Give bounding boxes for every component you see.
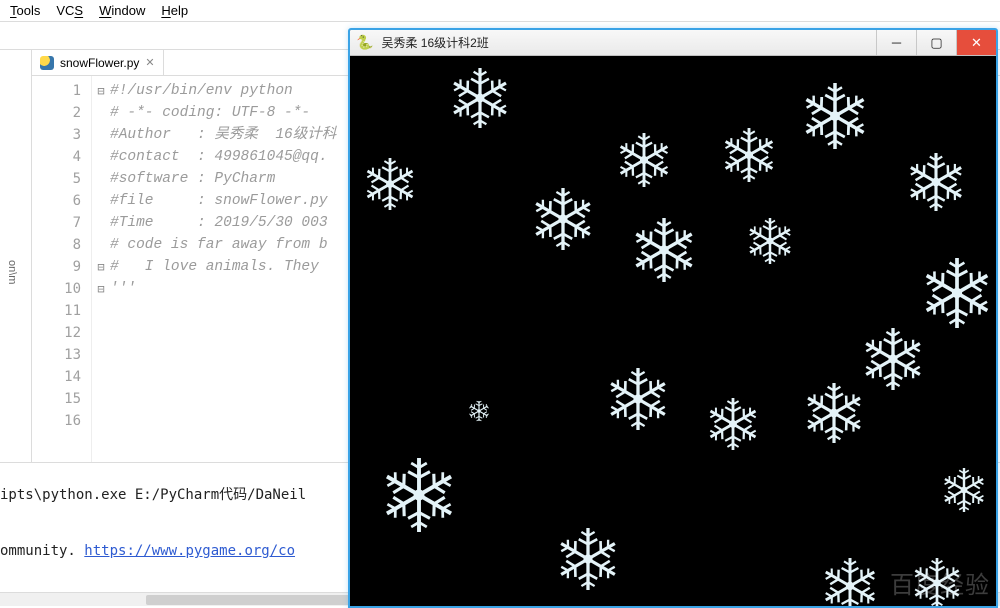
- snowflake-icon: [802, 381, 866, 445]
- left-gutter: on\m: [0, 50, 32, 462]
- code-line: # -*- coding: UTF-8 -*-: [110, 105, 310, 121]
- snowflake-icon: [720, 126, 778, 184]
- pygame-icon: 🐍: [356, 34, 373, 51]
- snowflake-icon: [820, 556, 880, 608]
- python-file-icon: [40, 56, 54, 70]
- menu-vcs[interactable]: VCS: [50, 3, 89, 18]
- code-line: #Author : 吴秀柔 16级计科: [110, 127, 336, 143]
- snowflake-icon: [800, 81, 870, 151]
- close-tab-icon[interactable]: ✕: [145, 56, 154, 69]
- menu-tools[interactable]: Tools: [4, 3, 46, 18]
- snowflake-icon: [530, 186, 596, 252]
- pygame-link[interactable]: https://www.pygame.org/co: [84, 543, 295, 559]
- code-line: #file : snowFlower.py: [110, 193, 328, 209]
- window-buttons: ─ ▢ ✕: [876, 30, 996, 55]
- snowflake-icon: [630, 216, 698, 284]
- snowflake-icon: [605, 366, 671, 432]
- left-rail-label: on\m: [0, 50, 31, 284]
- snowflake-icon: [905, 151, 967, 213]
- watermark: 百度经验: [890, 565, 990, 600]
- code-line: #contact : 499861045@qq.: [110, 149, 328, 165]
- snowflake-icon: [615, 131, 673, 189]
- scroll-thumb[interactable]: [146, 595, 366, 605]
- tab-label: snowFlower.py: [60, 56, 139, 70]
- minimize-button[interactable]: ─: [876, 30, 916, 55]
- snowflake-icon: [448, 66, 512, 130]
- pygame-window: 🐍 吴秀柔 16级计科2班 ─ ▢ ✕: [348, 28, 998, 608]
- snowflake-icon: [555, 526, 621, 592]
- snowflake-icon: [940, 466, 988, 514]
- snowflake-icon: [745, 216, 795, 266]
- code-line: # I love animals. They: [110, 259, 328, 275]
- menu-window[interactable]: Window: [93, 3, 151, 18]
- pygame-canvas[interactable]: [350, 56, 996, 606]
- code-line: ''': [110, 281, 136, 297]
- snowflake-icon: [362, 156, 418, 212]
- snowflake-icon: [860, 326, 926, 392]
- code-line: #!/usr/bin/env python: [110, 83, 293, 99]
- code-line: # code is far away from b: [110, 237, 328, 253]
- menu-bar: Tools VCS Window Help: [0, 0, 1000, 22]
- code-line: #software : PyCharm: [110, 171, 275, 187]
- close-window-button[interactable]: ✕: [956, 30, 996, 55]
- snowflake-icon: [467, 399, 491, 423]
- fold-column: ⊟⊟⊟: [92, 76, 110, 462]
- menu-help[interactable]: Help: [155, 3, 194, 18]
- pygame-titlebar[interactable]: 🐍 吴秀柔 16级计科2班 ─ ▢ ✕: [350, 30, 996, 56]
- snowflake-icon: [380, 456, 458, 534]
- snowflake-icon: [920, 256, 994, 330]
- maximize-button[interactable]: ▢: [916, 30, 956, 55]
- line-numbers: 12345678910111213141516: [32, 76, 92, 462]
- tab-snowflower[interactable]: snowFlower.py ✕: [32, 50, 164, 75]
- code-line: #Time : 2019/5/30 003: [110, 215, 328, 231]
- snowflake-icon: [705, 396, 761, 452]
- pygame-title: 吴秀柔 16级计科2班: [381, 34, 488, 51]
